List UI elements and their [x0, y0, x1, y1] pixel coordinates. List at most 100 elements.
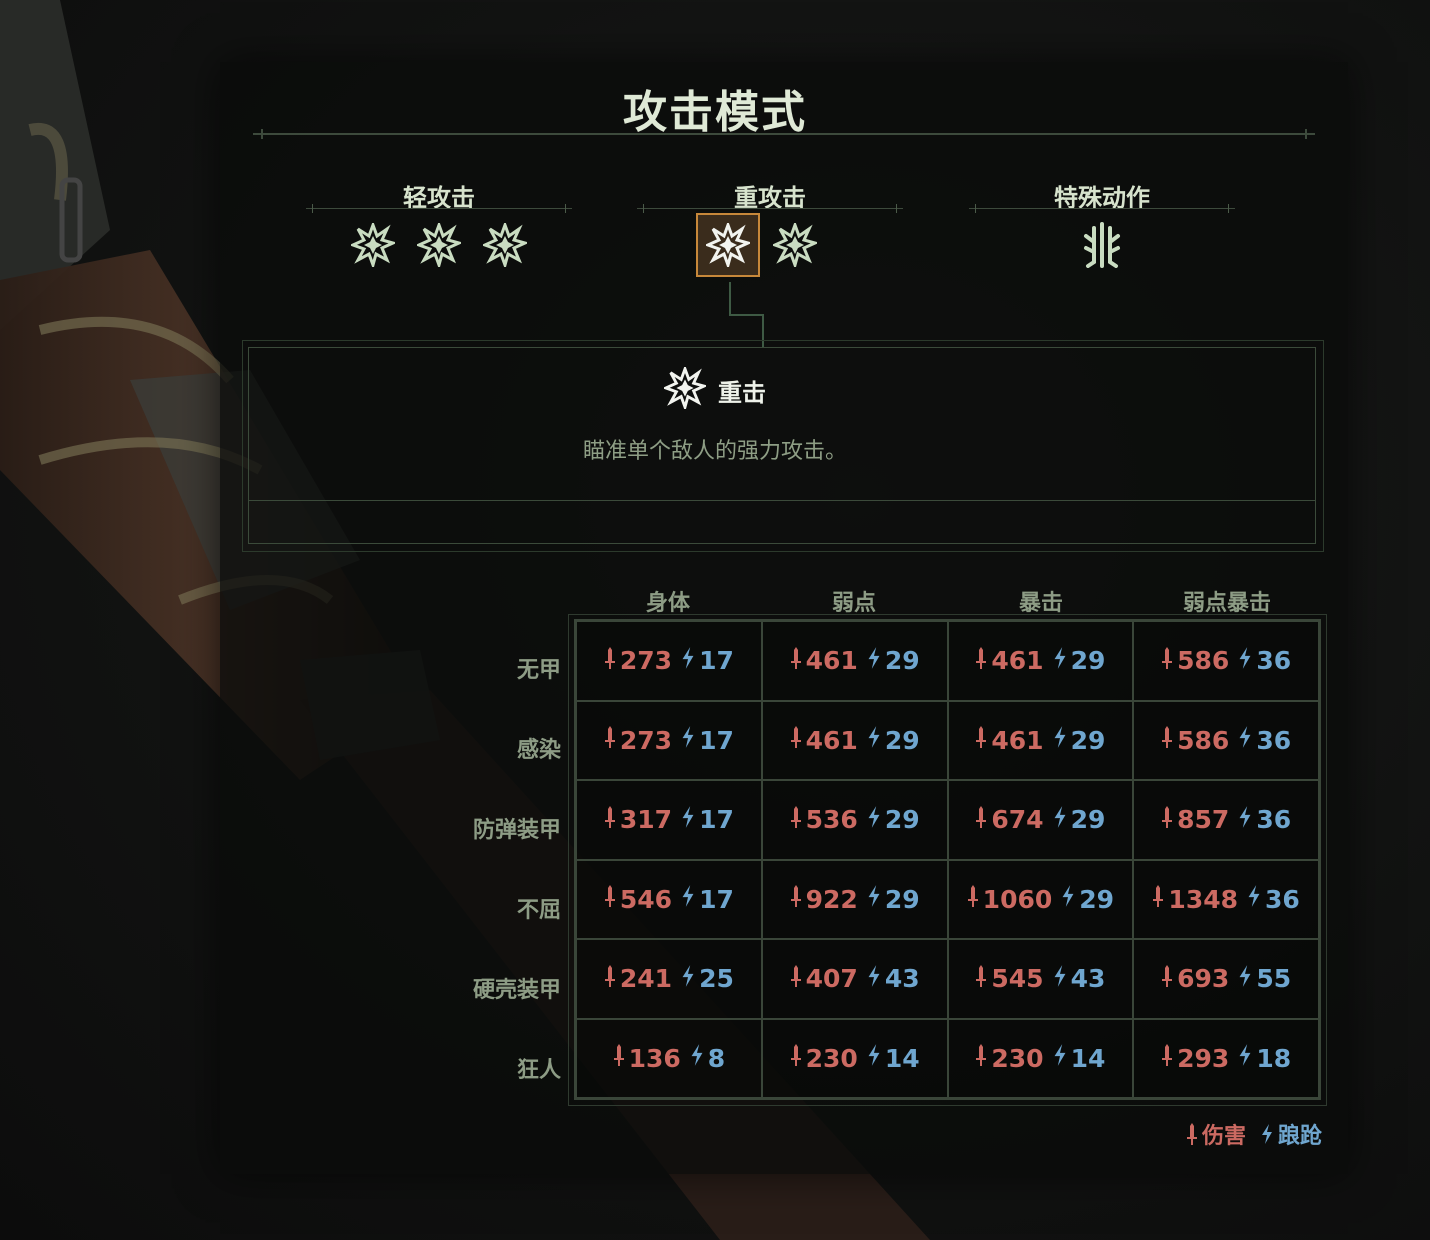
- stagger-number: 43: [1070, 964, 1106, 994]
- stagger-number: 25: [699, 964, 734, 994]
- damage-number: 546: [619, 884, 673, 914]
- column-header-weakpoint-crit: 弱点暴击: [1182, 591, 1271, 616]
- table-cell: 586 36: [1133, 621, 1319, 701]
- stagger-number: 29: [1070, 725, 1106, 755]
- table-cell: 230 14: [947, 1018, 1134, 1098]
- light-attack-3-impact-icon[interactable]: [482, 222, 528, 268]
- table-cell: 586 36: [1133, 700, 1319, 780]
- damage-dagger-icon: [790, 963, 802, 995]
- stagger-number: 36: [1265, 884, 1300, 914]
- table-cell: 230 14: [761, 1018, 948, 1098]
- damage-number: 273: [619, 725, 673, 755]
- damage-value: 293: [1161, 1042, 1229, 1074]
- stagger-value: 29: [866, 805, 920, 835]
- damage-number: 241: [619, 964, 673, 994]
- legend-stagger: 踉跄: [1260, 1118, 1322, 1150]
- stagger-number: 43: [884, 964, 920, 994]
- stagger-bolt-icon: [680, 725, 696, 755]
- mode-divider: [306, 204, 572, 213]
- table-cell: 461 29: [947, 700, 1134, 780]
- heavy-attack-2-impact-icon[interactable]: [772, 222, 818, 268]
- stagger-value: 29: [1060, 884, 1114, 914]
- stagger-value: 29: [1052, 805, 1105, 835]
- damage-number: 407: [805, 964, 858, 994]
- damage-dagger-icon: [604, 883, 616, 915]
- damage-number: 293: [1177, 1043, 1230, 1073]
- stagger-value: 36: [1237, 805, 1291, 835]
- table-cell: 273 17: [576, 621, 762, 701]
- attack-description: 瞄准单个敌人的强力攻击。: [582, 439, 847, 464]
- damage-value: 273: [604, 724, 672, 756]
- damage-dagger-icon: [1161, 724, 1173, 756]
- stagger-value: 29: [866, 646, 920, 676]
- damage-dagger-icon: [790, 883, 802, 915]
- row-label-unarmored: 无甲: [516, 658, 561, 683]
- damage-table: 273 17 461 29 461 29 586 36 273 17 461 29 461 29 586 36…: [574, 619, 1321, 1100]
- table-cell: 674 29: [947, 780, 1134, 860]
- stagger-number: 29: [884, 805, 920, 835]
- stagger-value: 43: [1052, 964, 1106, 994]
- damage-number: 922: [805, 884, 858, 914]
- damage-value: 693: [1161, 963, 1229, 995]
- light-attack-2-impact-icon[interactable]: [416, 222, 462, 268]
- stagger-value: 14: [1052, 1043, 1106, 1073]
- stagger-bolt-icon: [1060, 884, 1076, 914]
- damage-dagger-icon: [1186, 1123, 1197, 1145]
- row-label-unyielding: 不屈: [516, 898, 561, 923]
- stagger-bolt-icon: [680, 805, 696, 835]
- damage-number: 317: [619, 805, 673, 835]
- damage-number: 1348: [1168, 884, 1239, 914]
- stagger-number: 29: [884, 884, 920, 914]
- stagger-value: 29: [1052, 725, 1106, 755]
- damage-number: 693: [1177, 964, 1230, 994]
- damage-dagger-icon: [975, 724, 987, 756]
- damage-number: 545: [991, 964, 1044, 994]
- damage-value: 461: [790, 645, 858, 677]
- damage-dagger-icon: [1161, 645, 1173, 677]
- stagger-value: 17: [680, 725, 734, 755]
- damage-value: 1348: [1152, 883, 1238, 915]
- damage-dagger-icon: [1152, 883, 1164, 915]
- damage-number: 461: [805, 646, 858, 676]
- table-cell: 546 17: [576, 859, 762, 939]
- heavy-attack-1-impact-icon-selected[interactable]: [696, 213, 760, 277]
- table-cell: 293 18: [1133, 1018, 1319, 1098]
- stagger-value: 29: [1052, 646, 1105, 676]
- light-attack-1-impact-icon[interactable]: [350, 222, 396, 268]
- stagger-number: 36: [1256, 805, 1292, 835]
- stagger-value: 17: [680, 646, 734, 676]
- stagger-value: 36: [1237, 725, 1291, 755]
- stagger-bolt-icon: [680, 964, 696, 994]
- stagger-number: 17: [699, 725, 734, 755]
- mode-group-light-attack: 轻攻击: [306, 178, 572, 267]
- row-label-carapace-armor: 硬壳装甲: [472, 978, 561, 1003]
- stagger-number: 8: [707, 1043, 726, 1073]
- legend-damage: 伤害: [1186, 1118, 1246, 1150]
- damage-dagger-icon: [604, 804, 616, 836]
- mode-group-special-move: 特殊动作: [969, 178, 1235, 268]
- damage-value: 407: [790, 963, 858, 995]
- stagger-value: 36: [1237, 646, 1291, 676]
- stagger-value: 14: [866, 1043, 920, 1073]
- stagger-bolt-icon: [680, 646, 696, 676]
- damage-value: 536: [790, 804, 858, 836]
- damage-number: 230: [805, 1043, 858, 1073]
- stagger-number: 17: [699, 805, 734, 835]
- stagger-number: 55: [1256, 964, 1292, 994]
- stagger-value: 8: [689, 1043, 725, 1073]
- table-cell: 241 25: [576, 939, 762, 1019]
- stagger-bolt-icon: [1237, 725, 1253, 755]
- damage-dagger-icon: [613, 1042, 625, 1074]
- stagger-number: 14: [1070, 1043, 1106, 1073]
- damage-dagger-icon: [975, 645, 987, 677]
- damage-value: 461: [790, 724, 858, 756]
- damage-value: 1060: [967, 883, 1052, 915]
- stagger-bolt-icon: [1052, 646, 1068, 676]
- special-move-icon[interactable]: [1079, 222, 1125, 268]
- mode-divider: [969, 204, 1235, 213]
- row-label-flak-armor: 防弹装甲: [472, 818, 561, 843]
- damage-dagger-icon: [1161, 963, 1173, 995]
- damage-number: 136: [628, 1043, 681, 1073]
- damage-dagger-icon: [790, 724, 802, 756]
- damage-value: 545: [975, 963, 1044, 995]
